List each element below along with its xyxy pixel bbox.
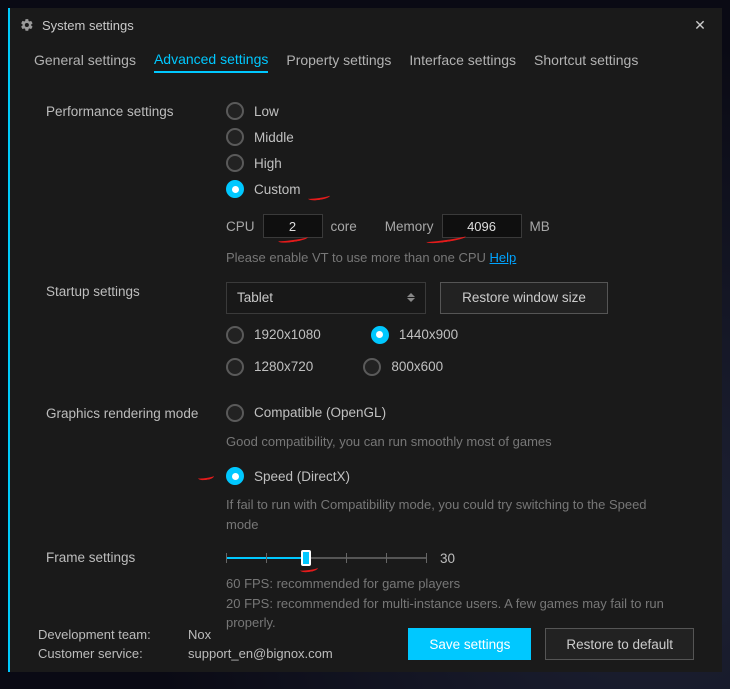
settings-body: Performance settings Low Middle High Cus… [10,78,722,657]
save-button[interactable]: Save settings [408,628,531,660]
footer: Development team: Nox Customer service: … [10,616,722,672]
cs-label: Customer service: [38,646,188,661]
graphics-label: Graphics rendering mode [46,404,226,421]
tab-property[interactable]: Property settings [286,48,391,72]
fps-hint-60: 60 FPS: recommended for game players [226,574,694,594]
memory-label: Memory [385,219,434,234]
cpu-input[interactable] [263,214,323,238]
tab-general[interactable]: General settings [34,48,136,72]
tab-shortcut[interactable]: Shortcut settings [534,48,638,72]
restore-default-button[interactable]: Restore to default [545,628,694,660]
speed-hint: If fail to run with Compatibility mode, … [226,495,656,534]
graphics-speed[interactable]: Speed (DirectX) [226,467,350,485]
cpu-label: CPU [226,219,255,234]
res-800x600[interactable]: 800x600 [363,358,443,376]
close-button[interactable]: ✕ [688,13,712,37]
gear-icon [20,18,34,32]
dev-team-label: Development team: [38,627,188,642]
perf-radio-middle[interactable]: Middle [226,128,294,146]
perf-radio-custom[interactable]: Custom [226,180,301,198]
performance-label: Performance settings [46,102,226,119]
tab-interface[interactable]: Interface settings [409,48,516,72]
restore-window-size-button[interactable]: Restore window size [440,282,608,314]
frame-label: Frame settings [46,548,226,565]
res-1440x900[interactable]: 1440x900 [371,326,458,344]
cs-value: support_en@bignox.com [188,646,390,661]
tab-advanced[interactable]: Advanced settings [154,47,268,73]
fps-value: 30 [440,551,455,566]
vt-hint: Please enable VT to use more than one CP… [226,248,694,268]
graphics-compatible[interactable]: Compatible (OpenGL) [226,404,386,422]
perf-radio-low[interactable]: Low [226,102,279,120]
startup-mode-value: Tablet [237,290,273,305]
compat-hint: Good compatibility, you can run smoothly… [226,432,694,452]
window-title: System settings [42,18,134,33]
dev-team-value: Nox [188,627,390,642]
section-performance: Performance settings Low Middle High Cus… [46,102,694,268]
res-1280x720[interactable]: 1280x720 [226,358,313,376]
settings-window: System settings ✕ General settings Advan… [8,8,722,672]
chevron-updown-icon [407,293,415,302]
section-startup: Startup settings Tablet Restore window s… [46,282,694,390]
tabs: General settings Advanced settings Prope… [10,42,722,78]
mb-label: MB [530,219,550,234]
vt-help-link[interactable]: Help [490,250,517,265]
res-1920x1080[interactable]: 1920x1080 [226,326,321,344]
section-graphics: Graphics rendering mode Compatible (Open… [46,404,694,535]
startup-label: Startup settings [46,282,226,299]
fps-slider-thumb[interactable] [301,550,311,566]
startup-mode-select[interactable]: Tablet [226,282,426,314]
titlebar: System settings ✕ [10,8,722,42]
perf-radio-high[interactable]: High [226,154,282,172]
memory-input[interactable] [442,214,522,238]
annotation-mark [198,472,215,480]
fps-slider[interactable] [226,548,426,568]
core-label: core [331,219,357,234]
